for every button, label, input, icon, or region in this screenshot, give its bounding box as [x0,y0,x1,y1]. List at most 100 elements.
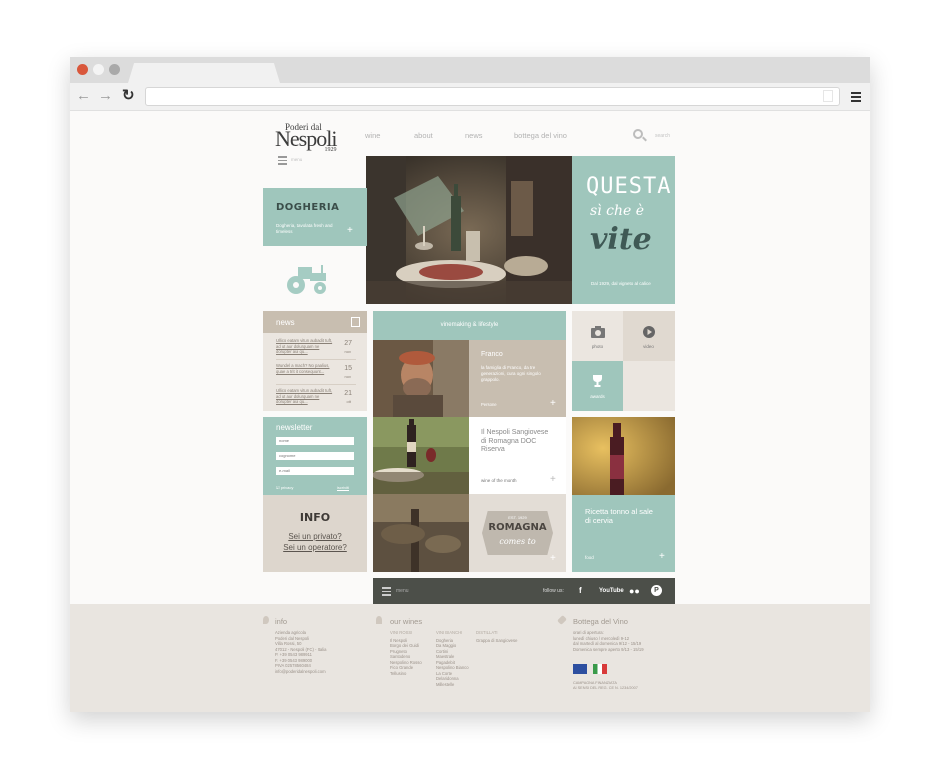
news-item[interactable]: Ullico eatam vitun aubadit tuft, ad ut a… [276,388,356,408]
camera-icon [591,326,605,338]
bottom-menu-label[interactable]: menu [396,588,409,594]
footer-wine-link[interactable]: Millestelle [436,682,478,688]
romagna-badge-bot: comes to [499,537,536,546]
email-field[interactable] [276,467,354,475]
news-item[interactable]: Wundel a mach? No paalius, quae a trit i… [276,363,356,383]
photo-label: photo [591,344,604,349]
romagna-badge-top: EST. 1929 [508,515,527,520]
footer-email[interactable]: info@poderidalnespoli.com [275,669,355,675]
trophy-icon [593,375,602,387]
footer-eu-lines: CAMPAGNA FINANZIATA AI SENSI DEL REG. CE… [573,681,663,690]
nav-wine[interactable]: wine [365,131,380,140]
vinemaking-title: vinemaking & lifestyle [440,322,499,328]
footer-wines-title: our wines [390,617,423,626]
divider [276,359,356,360]
awards-label: awards [590,394,605,399]
news-item-day: 15 [344,365,352,372]
bookmark-icon[interactable] [823,90,833,102]
franco-text: la famiglia di Franco, da tre generazion… [481,365,541,382]
footer-info-title: info [275,617,288,626]
footer-info-lines: Azienda agricola Poderi dal Nespoli Vill… [275,630,355,674]
nav-news[interactable]: news [465,131,483,140]
minimize-window-button[interactable] [93,64,104,75]
private-link[interactable]: Sei un privato? [263,532,367,541]
franco-title: Franco [481,351,503,358]
surname-field[interactable] [276,452,354,460]
hamburger-menu-icon[interactable] [382,587,391,598]
subscribe-button[interactable]: iscriviti [337,485,349,490]
privacy-checkbox[interactable]: ☑ privacy [276,485,293,490]
nav-about[interactable]: about [414,131,433,140]
logo[interactable]: Poderi dal Nespoli 1929 [275,123,337,154]
recipe-box[interactable]: Ricetta tonno al sale di cervia food + [572,495,675,572]
plus-icon[interactable]: + [659,552,665,562]
plus-icon[interactable]: + [550,554,556,564]
browser-tab[interactable] [128,63,280,83]
footer-bottega-lines: orari di apertura: lunedì chiuso / merco… [573,630,663,652]
footer: info Azienda agricola Poderi dal Nespoli… [70,604,870,712]
footer-white-wines: VINI BIANCHI Dogheria Da Maggio Cortini … [436,630,478,687]
address-bar[interactable] [145,87,840,106]
footer-spirits: DISTILLATI Grappa di Sangiovese [476,630,536,643]
close-window-button[interactable] [77,64,88,75]
news-title: news [276,318,295,327]
news-item-text[interactable]: Ullico eatam vitun aubadit tuft, ad ut a… [276,388,336,405]
pinterest-icon[interactable]: P [651,585,662,596]
romagna-badge: EST. 1929 ROMAGNA comes to [482,511,553,555]
follow-us-label: follow us: [543,588,564,594]
awards-link[interactable]: awards [572,361,623,411]
dogheria-title: DOGHERIA [276,202,340,213]
search-icon[interactable] [633,129,643,139]
facebook-icon[interactable]: f [579,585,582,597]
news-item-month: nov [344,374,351,379]
footer-col-head: DISTILLATI [476,630,498,635]
youtube-icon[interactable]: YouTube [599,585,624,597]
news-item-text[interactable]: Wundel a mach? No paalius, quae a trit i… [276,363,336,374]
search-label[interactable]: search [655,133,670,139]
browser-toolbar: ← → ↻ [70,83,870,111]
back-arrow-icon[interactable]: ← [76,87,91,105]
reload-icon[interactable]: ↻ [122,87,135,105]
recipe-photo[interactable] [572,417,675,495]
questa-line3: vite [590,222,652,257]
nav-bottega[interactable]: bottega del vino [514,131,567,140]
footer-wine-link[interactable]: Tellusino [390,671,435,677]
forward-arrow-icon[interactable]: → [98,87,113,105]
flickr-icon[interactable]: ●● [629,585,640,597]
vineyard-photo[interactable] [373,494,469,572]
newsletter-box: newsletter ☑ privacy iscriviti [263,417,367,495]
plus-icon[interactable]: + [347,226,353,236]
news-item-month: ott [346,399,351,404]
browser-menu-icon[interactable] [851,92,861,104]
name-field[interactable] [276,437,354,445]
recipe-title: Ricetta tonno al sale di cervia [585,507,653,525]
plus-icon[interactable]: + [550,399,556,409]
questa-banner[interactable]: QUESTA sì che è vite Dal 1929, dal vigne… [572,156,675,304]
menu-label[interactable]: menu [291,157,302,162]
wine-photo[interactable] [373,417,469,494]
photo-link[interactable]: photo [572,311,623,361]
hero-photo[interactable] [366,156,572,304]
browser-window: ← → ↻ Poderi dal Nespoli 1929 wine about… [70,57,870,712]
news-item[interactable]: Ullico eatam vitun aubadit tuft, ad ut a… [276,338,356,358]
tag-icon [557,615,567,625]
newsletter-title: newsletter [276,423,313,432]
news-item-month: nov [344,349,351,354]
franco-photo[interactable] [373,340,469,417]
news-header: news [263,311,367,333]
operator-link[interactable]: Sei un operatore? [263,543,367,552]
wine-of-month-box[interactable]: Il Nespoli Sangiovese di Romagna DOC Ris… [469,417,566,494]
news-item-text[interactable]: Ullico eatam vitun aubadit tuft, ad ut a… [276,338,336,355]
location-pin-icon [263,616,269,624]
plus-icon[interactable]: + [550,475,556,485]
franco-box[interactable]: Franco la famiglia di Franco, da tre gen… [469,340,566,417]
footer-wine-link[interactable]: Grappa di Sangiovese [476,638,536,644]
website: Poderi dal Nespoli 1929 wine about news … [70,111,870,712]
italy-flag-icon [593,664,607,674]
video-link[interactable]: video [623,311,675,361]
hamburger-menu-icon[interactable] [278,156,287,167]
romagna-box[interactable]: EST. 1929 ROMAGNA comes to + [469,494,566,572]
maximize-window-button[interactable] [109,64,120,75]
news-item-day: 21 [344,390,352,397]
dogheria-box[interactable]: DOGHERIA Dogheria, tavolata fresh and ti… [263,188,367,246]
